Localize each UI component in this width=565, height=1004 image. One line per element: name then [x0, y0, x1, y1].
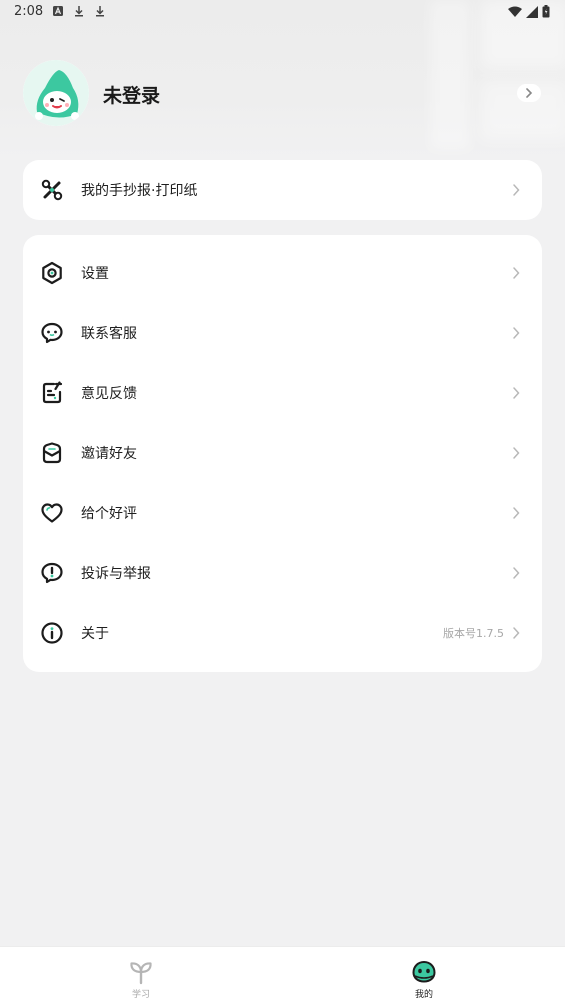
- feedback-icon: [42, 381, 63, 404]
- menu-item-label: 给个好评: [81, 506, 137, 522]
- tab-label: 学习: [131, 990, 150, 1000]
- wifi-icon: [508, 6, 522, 17]
- menu-item-label: 意见反馈: [81, 386, 137, 402]
- mine-face-icon: [412, 960, 436, 983]
- version-label: 版本号1.7.5: [443, 627, 504, 640]
- mascot-avatar[interactable]: [23, 60, 89, 126]
- status-bar: 2:08: [0, 0, 565, 24]
- menu-item-report[interactable]: 投诉与举报: [23, 543, 542, 603]
- menu-item-about[interactable]: 关于 版本号1.7.5: [23, 603, 542, 663]
- craft-icon: [41, 179, 63, 201]
- notification-a-icon: [53, 6, 63, 16]
- menu-item-rate[interactable]: 给个好评: [23, 483, 542, 543]
- menu-item-label: 设置: [81, 266, 109, 282]
- menu-item-feedback[interactable]: 意见反馈: [23, 363, 542, 423]
- menu-item-label: 关于: [81, 626, 109, 642]
- chevron-right-icon: [513, 267, 520, 279]
- chevron-right-icon: [513, 387, 520, 399]
- chevron-right-icon: [513, 507, 520, 519]
- profile-header[interactable]: 未登录: [23, 60, 543, 128]
- invite-icon: [42, 442, 62, 464]
- cell-signal-icon: [526, 5, 538, 18]
- download-icon: [96, 6, 104, 17]
- menu-item-handcopy[interactable]: 我的手抄报·打印纸: [23, 160, 542, 220]
- chevron-right-icon: [513, 184, 520, 196]
- menu-item-label: 投诉与举报: [81, 566, 151, 582]
- menu-item-label: 联系客服: [81, 326, 137, 342]
- menu-item-customer-service[interactable]: 联系客服: [23, 303, 542, 363]
- settings-icon: [42, 261, 62, 285]
- tab-label: 我的: [414, 990, 433, 1000]
- profile-arrow-button[interactable]: [517, 84, 541, 102]
- chevron-right-icon: [526, 88, 533, 98]
- chevron-right-icon: [513, 447, 520, 459]
- chevron-right-icon: [513, 327, 520, 339]
- report-icon: [41, 562, 63, 584]
- chevron-right-icon: [513, 627, 520, 639]
- featured-card: 我的手抄报·打印纸: [23, 160, 542, 220]
- menu-item-settings[interactable]: 设置: [23, 243, 542, 303]
- chevron-right-icon: [513, 567, 520, 579]
- profile-name[interactable]: 未登录: [103, 81, 160, 108]
- status-time: 2:08: [14, 4, 44, 19]
- tab-study[interactable]: 学习: [91, 947, 191, 1004]
- menu-card: 设置 联系客服 意见反馈 邀请好友 给个好评 投诉与举报 关于 版本号1.7.5: [23, 235, 542, 672]
- sprout-icon: [130, 962, 152, 985]
- download-icon: [75, 6, 83, 17]
- menu-item-label: 我的手抄报·打印纸: [81, 183, 198, 199]
- heart-icon: [41, 503, 63, 523]
- tab-mine[interactable]: 我的: [374, 947, 474, 1004]
- chat-icon: [41, 322, 63, 344]
- info-icon: [41, 622, 63, 644]
- menu-item-label: 邀请好友: [81, 446, 137, 462]
- menu-item-invite[interactable]: 邀请好友: [23, 423, 542, 483]
- battery-icon: [542, 5, 550, 18]
- bottom-nav: 学习 我的: [0, 946, 565, 1004]
